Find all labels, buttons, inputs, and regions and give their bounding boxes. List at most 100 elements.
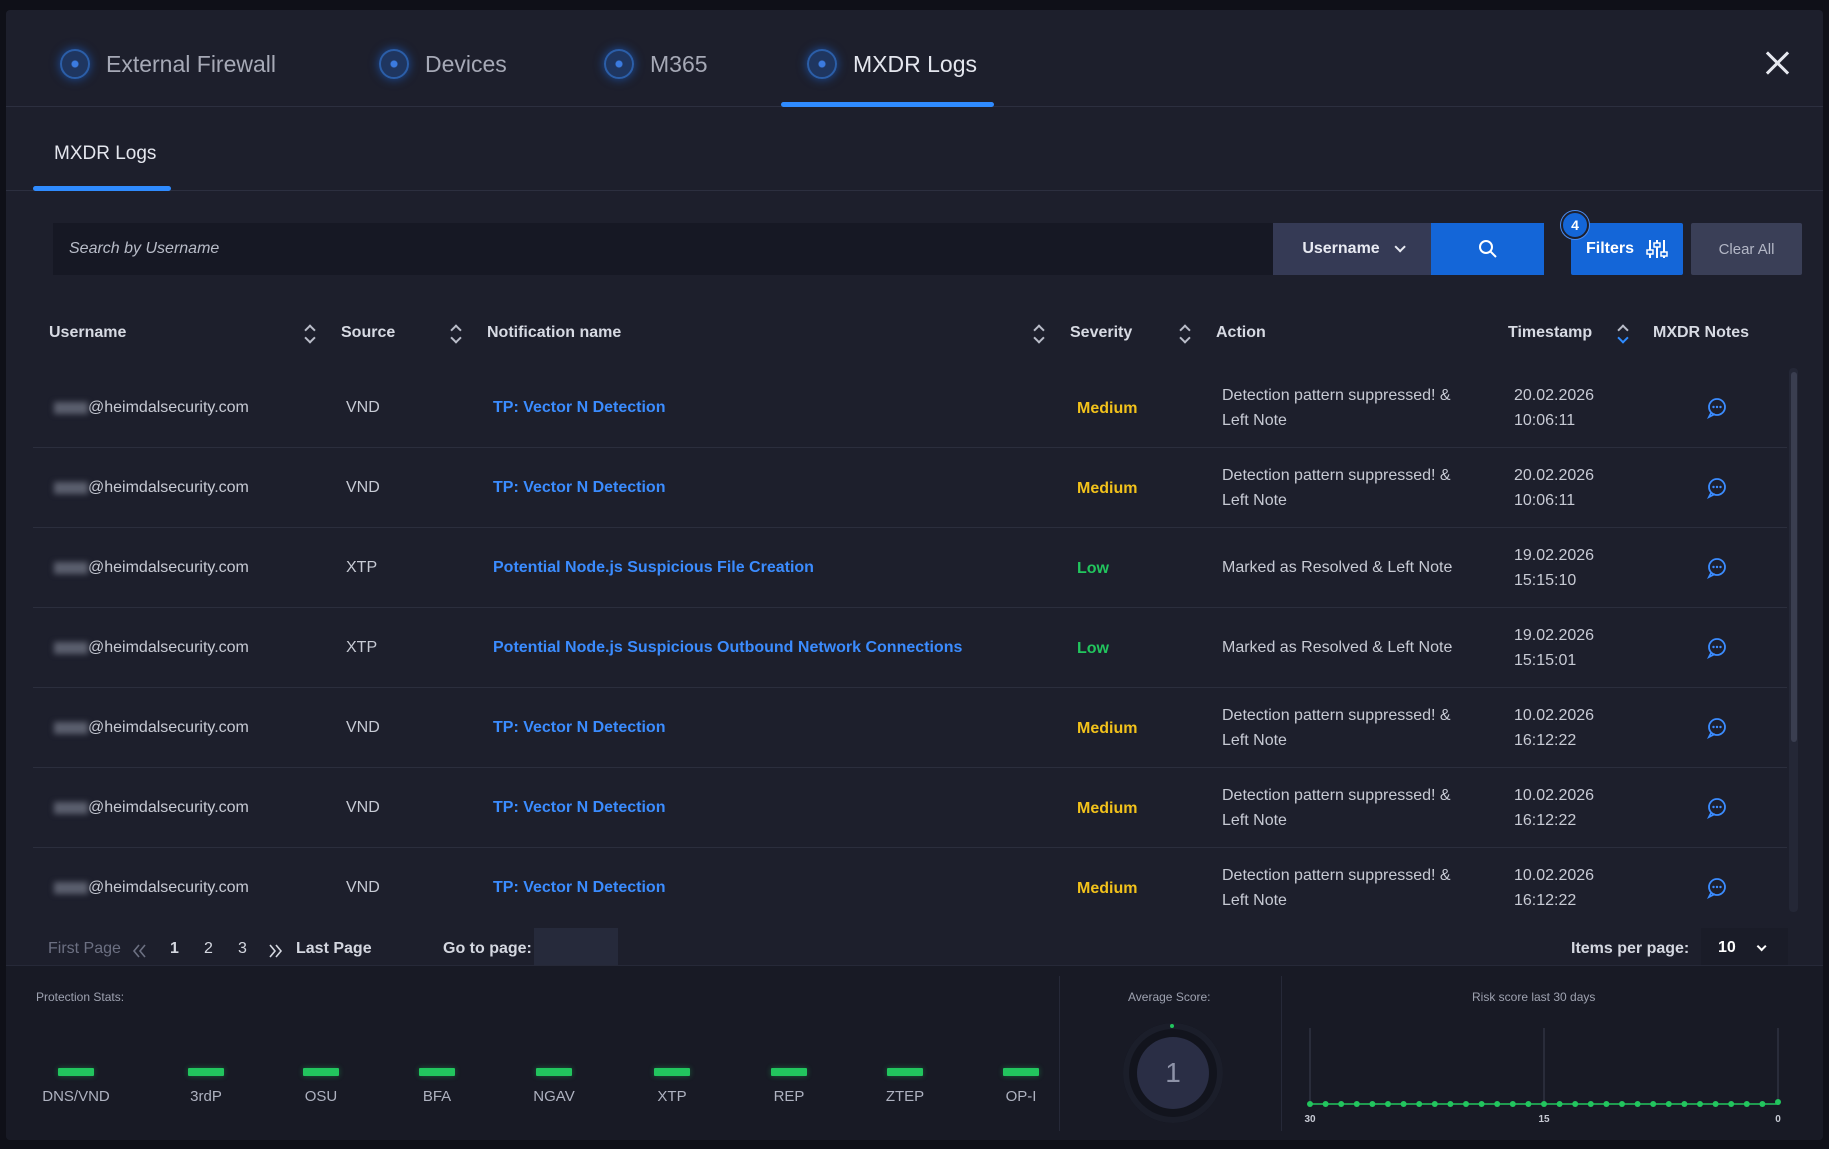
cell-source: VND xyxy=(346,879,380,896)
sliders-icon xyxy=(1646,240,1668,258)
cell-action: Detection pattern suppressed! & Left Not… xyxy=(1222,467,1451,509)
risk-axis-label: 15 xyxy=(1538,1114,1550,1125)
cell-notification-link[interactable]: TP: Vector N Detection xyxy=(493,875,665,900)
cell-timestamp: 20.02.2026 10:06:11 xyxy=(1514,387,1595,429)
tab-label: Devices xyxy=(425,50,507,77)
cell-username: @heimdalsecurity.com xyxy=(54,795,249,820)
protection-stat-rep: REP xyxy=(749,1068,829,1105)
items-per-page-select[interactable]: 10 xyxy=(1701,928,1788,968)
page-2[interactable]: 2 xyxy=(204,940,213,958)
risk-point xyxy=(1681,1101,1688,1107)
sort-source-icon[interactable] xyxy=(450,322,462,346)
sort-username-icon[interactable] xyxy=(304,322,316,346)
cell-action: Marked as Resolved & Left Note xyxy=(1222,559,1453,576)
cell-username: @heimdalsecurity.com xyxy=(54,555,249,580)
chat-note-icon[interactable] xyxy=(1706,637,1728,660)
search-field-dropdown[interactable]: Username xyxy=(1273,223,1431,275)
status-dot-icon xyxy=(379,49,409,79)
risk-point xyxy=(1494,1101,1501,1107)
risk-point xyxy=(1509,1101,1516,1107)
table-row[interactable]: @heimdalsecurity.com VND TP: Vector N Dete… xyxy=(33,848,1787,912)
table-row[interactable]: @heimdalsecurity.com XTP Potential Node.js… xyxy=(33,528,1787,608)
risk-point xyxy=(1619,1101,1625,1107)
redacted-username xyxy=(54,881,88,894)
first-page-link[interactable]: First Page xyxy=(48,940,121,958)
page-3[interactable]: 3 xyxy=(238,940,247,958)
table-row[interactable]: @heimdalsecurity.com VND TP: Vector N Dete… xyxy=(33,368,1787,448)
sort-timestamp-icon[interactable] xyxy=(1617,322,1629,346)
tab-devices[interactable]: Devices xyxy=(379,44,507,84)
stats-panel: Protection Stats: DNS/VND 3rdP OSU BFA NGAV X… xyxy=(6,965,1823,1140)
cell-timestamp: 10.02.2026 16:12:22 xyxy=(1514,707,1595,749)
status-bar xyxy=(303,1068,339,1076)
status-dot-icon xyxy=(807,49,837,79)
average-score-gauge: 1 xyxy=(1123,1023,1223,1123)
subtab-mxdr-logs[interactable]: MXDR Logs xyxy=(54,143,156,165)
cell-timestamp: 10.02.2026 16:12:22 xyxy=(1514,787,1595,829)
cell-notification-link[interactable]: TP: Vector N Detection xyxy=(493,475,665,500)
tab-m365[interactable]: M365 xyxy=(604,44,708,84)
sort-severity-icon[interactable] xyxy=(1179,322,1191,346)
cell-notification-link[interactable]: TP: Vector N Detection xyxy=(493,715,665,740)
cell-notification-link[interactable]: TP: Vector N Detection xyxy=(493,395,665,420)
gauge-marker xyxy=(1170,1024,1174,1028)
filters-button[interactable]: Filters xyxy=(1571,223,1683,275)
cell-severity: Medium xyxy=(1077,480,1138,497)
chat-note-icon[interactable] xyxy=(1706,797,1728,820)
close-icon[interactable] xyxy=(1763,48,1793,78)
clear-all-button[interactable]: Clear All xyxy=(1691,223,1802,275)
cell-action: Detection pattern suppressed! & Left Not… xyxy=(1222,387,1451,429)
last-page-link[interactable]: Last Page xyxy=(296,940,372,958)
page-1[interactable]: 1 xyxy=(170,940,179,958)
tab-label: M365 xyxy=(650,50,708,77)
protection-stat-ngav: NGAV xyxy=(514,1068,594,1105)
stat-label: DNS/VND xyxy=(42,1088,110,1105)
risk-point xyxy=(1322,1101,1329,1107)
chat-note-icon[interactable] xyxy=(1706,397,1728,420)
cell-notification-link[interactable]: TP: Vector N Detection xyxy=(493,795,665,820)
tab-mxdr-logs[interactable]: MXDR Logs xyxy=(807,44,977,84)
chat-note-icon[interactable] xyxy=(1706,557,1728,580)
cell-notification-link[interactable]: Potential Node.js Suspicious Outbound Ne… xyxy=(493,635,962,660)
double-chevron-left-icon[interactable] xyxy=(132,944,146,958)
cell-severity: Low xyxy=(1077,640,1109,657)
search-button[interactable] xyxy=(1431,223,1544,275)
col-username: Username xyxy=(49,324,127,341)
risk-point xyxy=(1307,1101,1313,1107)
cell-notification-link[interactable]: Potential Node.js Suspicious File Creati… xyxy=(493,555,814,580)
search-input[interactable] xyxy=(53,223,1273,275)
table-scrollbar-thumb[interactable] xyxy=(1791,372,1797,742)
cell-severity: Medium xyxy=(1077,400,1138,417)
risk-point xyxy=(1712,1101,1719,1107)
cell-timestamp: 20.02.2026 10:06:11 xyxy=(1514,467,1595,509)
cell-source: VND xyxy=(346,799,380,816)
goto-page-input[interactable] xyxy=(534,928,618,968)
filters-label: Filters xyxy=(1585,240,1634,257)
risk-point xyxy=(1353,1101,1360,1107)
cell-action: Marked as Resolved & Left Note xyxy=(1222,639,1453,656)
table-row[interactable]: @heimdalsecurity.com VND TP: Vector N Dete… xyxy=(33,448,1787,528)
search-icon xyxy=(1478,240,1497,258)
cell-timestamp: 19.02.2026 15:15:10 xyxy=(1514,547,1595,589)
sort-notification-icon[interactable] xyxy=(1033,322,1045,346)
tab-external-firewall[interactable]: External Firewall xyxy=(60,44,276,84)
status-bar xyxy=(887,1068,923,1076)
chat-note-icon[interactable] xyxy=(1706,717,1728,740)
table-row[interactable]: @heimdalsecurity.com VND TP: Vector N Dete… xyxy=(33,688,1787,768)
status-bar xyxy=(58,1068,94,1076)
chat-note-icon[interactable] xyxy=(1706,477,1728,500)
risk-point xyxy=(1728,1101,1735,1107)
status-dot-icon xyxy=(60,49,90,79)
table-row[interactable]: @heimdalsecurity.com VND TP: Vector N Dete… xyxy=(33,768,1787,848)
cell-username: @heimdalsecurity.com xyxy=(54,475,249,500)
col-mxdr-notes: MXDR Notes xyxy=(1653,324,1750,341)
average-score-value: 1 xyxy=(1137,1037,1209,1109)
status-bar xyxy=(771,1068,807,1076)
double-chevron-right-icon[interactable] xyxy=(269,944,283,958)
chat-note-icon[interactable] xyxy=(1706,877,1728,900)
table-row[interactable]: @heimdalsecurity.com XTP Potential Node.js… xyxy=(33,608,1787,688)
risk-point xyxy=(1587,1101,1594,1107)
risk-point xyxy=(1697,1101,1703,1107)
risk-point xyxy=(1775,1099,1781,1105)
status-bar xyxy=(1003,1068,1039,1076)
